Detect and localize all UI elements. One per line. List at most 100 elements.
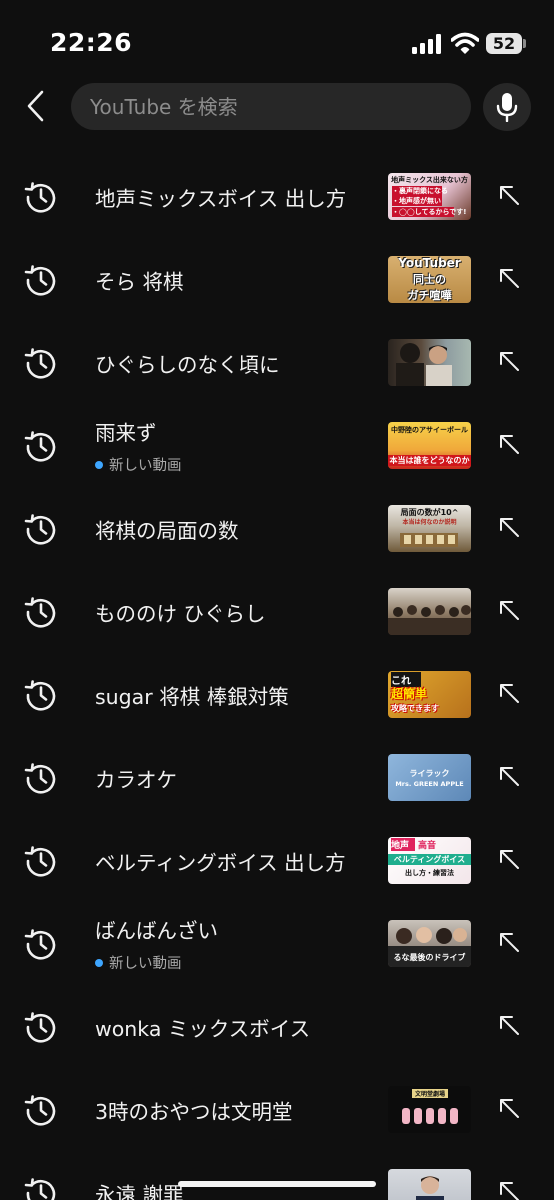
video-thumbnail: YouTuber 同士の ガチ喧嘩 [388,256,471,303]
history-item-label: もののけ ひぐらし [95,601,266,626]
video-thumbnail [388,1169,471,1200]
history-item-label: ベルティングボイス 出し方 [95,850,346,875]
fill-query-arrow-icon[interactable] [497,764,521,788]
fill-query-arrow-icon[interactable] [497,432,521,456]
fill-query-arrow-icon[interactable] [497,349,521,373]
new-videos-label: 新しい動画 [109,956,182,972]
fill-query-arrow-icon[interactable] [497,183,521,207]
history-item-label: 3時のおやつは文明堂 [95,1099,293,1124]
search-input[interactable] [90,94,460,119]
history-icon [24,929,56,960]
history-icon [24,348,56,379]
thumbnail-dancers-image [402,1108,458,1124]
battery-icon: 52 [486,33,522,54]
fill-query-arrow-icon[interactable] [497,266,521,290]
history-item[interactable]: wonka ミックスボイス [0,985,554,1068]
search-box[interactable] [71,83,471,130]
history-item-text: 3時のおやつは文明堂 [95,1068,380,1151]
thumbnail-text: 高音 [418,841,437,851]
history-item-label: カラオケ [95,767,177,792]
history-item-text: 将棋の局面の数 [95,487,380,570]
thumbnail-shogi-board-image [400,533,458,547]
history-item[interactable]: 3時のおやつは文明堂 文明堂劇場 [0,1068,554,1151]
history-icon [24,846,56,877]
history-item-label: ひぐらしのなく頃に [95,352,280,377]
video-thumbnail: 局面の数が10^ 本当は何なのか説明 [388,505,471,552]
thumbnail-people-image [396,343,452,386]
thumbnail-crowd-image [388,605,471,635]
history-item-label: 雨来ず [95,421,157,445]
home-indicator[interactable] [178,1181,376,1187]
fill-query-arrow-icon[interactable] [497,1179,521,1200]
history-icon [24,597,56,628]
thumbnail-text: 同士の [413,273,446,286]
history-item[interactable]: 地声ミックスボイス 出し方 地声ミックス出来ない方 ・裏声閉鎖になる ・地声感が… [0,155,554,238]
history-icon [24,265,56,296]
thumbnail-text: 地声 [391,838,415,851]
history-item[interactable]: ひぐらしのなく頃に [0,321,554,404]
history-item[interactable]: 将棋の局面の数 局面の数が10^ 本当は何なのか説明 [0,487,554,570]
thumbnail-text: YouTuber [398,256,461,270]
microphone-icon [496,93,518,122]
video-thumbnail: これ 超簡単 攻略できます [388,671,471,718]
video-thumbnail [388,588,471,635]
history-item-label: 地声ミックスボイス 出し方 [95,186,347,211]
fill-query-arrow-icon[interactable] [497,847,521,871]
thumbnail-text: 本当は誰をどうなのか [388,455,471,466]
thumbnail-text: ガチ喧嘩 [407,289,452,302]
history-item[interactable]: ばんばんざい 新しい動画 るな最後のドライブ [0,902,554,985]
history-item[interactable]: ベルティングボイス 出し方 地声 高音 ベルティングボイス 出し方・練習法 [0,819,554,902]
back-button[interactable] [18,84,54,128]
history-icon [24,431,56,462]
video-thumbnail: 中野陸のアサイーボール 本当は誰をどうなのか [388,422,471,469]
history-item-label: そら 将棋 [95,269,184,294]
fill-query-arrow-icon[interactable] [497,930,521,954]
video-thumbnail: ライラック Mrs. GREEN APPLE [388,754,471,801]
youtube-search-screen: 22:26 52 YouTube を検索 地声ミックスボイス 出し方 地声ミック… [0,0,554,1200]
history-item[interactable]: カラオケ ライラック Mrs. GREEN APPLE [0,736,554,819]
new-videos-badge: 新しい動画 [95,454,380,475]
history-item-label: 将棋の局面の数 [95,518,239,543]
history-icon [24,680,56,711]
history-item[interactable]: もののけ ひぐらし [0,570,554,653]
fill-query-arrow-icon[interactable] [497,515,521,539]
fill-query-arrow-icon[interactable] [497,681,521,705]
voice-search-button[interactable] [483,83,531,131]
video-thumbnail [388,339,471,386]
history-item-text: カラオケ [95,736,380,819]
status-bar: 22:26 52 [0,0,554,80]
fill-query-arrow-icon[interactable] [497,1013,521,1037]
history-item-text: ひぐらしのなく頃に [95,321,380,404]
new-videos-label: 新しい動画 [109,458,182,474]
history-item[interactable]: sugar 将棋 棒銀対策 これ 超簡単 攻略できます [0,653,554,736]
wifi-icon [451,32,479,54]
new-indicator-dot [95,460,103,469]
video-thumbnail: 地声 高音 ベルティングボイス 出し方・練習法 [388,837,471,884]
history-item-text: ばんばんざい 新しい動画 [95,902,380,985]
thumbnail-text: ・裏声閉鎖になる [392,186,448,196]
thumbnail-text: 超簡単 [391,687,428,701]
history-item-text: ベルティングボイス 出し方 [95,819,380,902]
history-item[interactable]: 永遠 謝罪 [0,1151,554,1200]
new-videos-badge: 新しい動画 [95,952,380,973]
fill-query-arrow-icon[interactable] [497,1096,521,1120]
history-icon [24,514,56,545]
thumbnail-text: ・地声感が無い [392,196,442,206]
history-icon [24,1178,56,1200]
thumbnail-text: 地声ミックス出来ない方 [391,176,468,184]
history-item[interactable]: 雨来ず 新しい動画 中野陸のアサイーボール 本当は誰をどうなのか [0,404,554,487]
thumbnail-text: 出し方・練習法 [405,869,454,877]
search-history-list: 地声ミックスボイス 出し方 地声ミックス出来ない方 ・裏声閉鎖になる ・地声感が… [0,155,554,1200]
history-item[interactable]: そら 将棋 YouTuber 同士の ガチ喧嘩 [0,238,554,321]
history-icon [24,1012,56,1043]
thumbnail-text: 中野陸のアサイーボール [391,426,468,434]
history-icon [24,763,56,794]
new-indicator-dot [95,958,103,967]
history-item-label: wonka ミックスボイス [95,1016,311,1041]
fill-query-arrow-icon[interactable] [497,598,521,622]
cellular-signal-icon [412,34,441,54]
history-icon [24,1095,56,1126]
history-item-text: 永遠 謝罪 [95,1151,380,1200]
history-item-label: sugar 将棋 棒銀対策 [95,684,289,709]
history-item-text: 地声ミックスボイス 出し方 [95,155,380,238]
